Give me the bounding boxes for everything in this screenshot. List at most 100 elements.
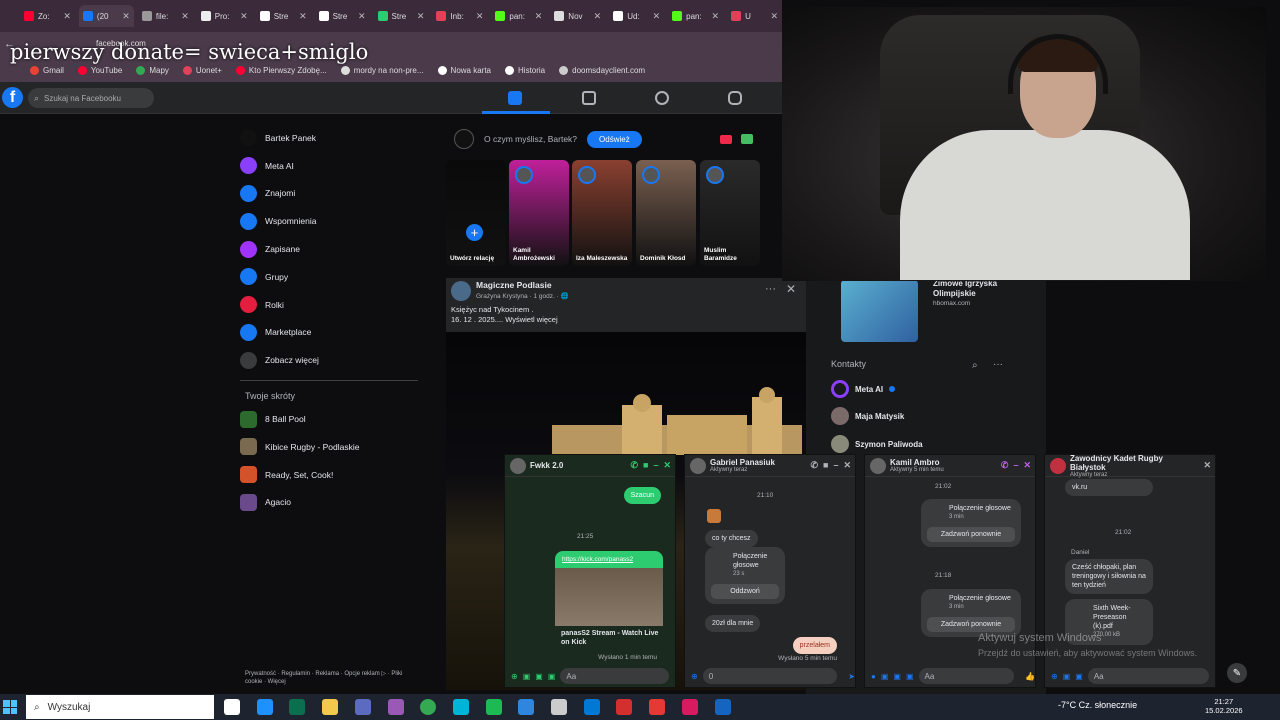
chat-title-block[interactable]: Zawodnicy Kadet Rugby Białystok Aktywny t… bbox=[1070, 454, 1199, 478]
photo-icon[interactable]: ▣ bbox=[881, 672, 889, 681]
call-again-button[interactable]: Zadzwoń ponownie bbox=[927, 617, 1015, 632]
clock-app-icon[interactable] bbox=[551, 699, 567, 715]
composer-input[interactable]: O czym myślisz, Bartek? bbox=[484, 134, 577, 144]
add-icon[interactable]: ⊕ bbox=[691, 672, 698, 681]
close-tab-icon[interactable]: ✕ bbox=[476, 11, 484, 22]
close-tab-icon[interactable]: ✕ bbox=[358, 11, 366, 22]
bookmark-item[interactable]: Uonet+ bbox=[182, 65, 222, 75]
lightning-icon[interactable] bbox=[649, 699, 666, 715]
task-view-icon[interactable] bbox=[224, 699, 240, 715]
video-call-icon[interactable]: ■ bbox=[643, 460, 648, 471]
browser-tab[interactable]: U ✕ bbox=[727, 5, 782, 27]
gif-icon[interactable]: ▣ bbox=[548, 672, 556, 681]
sidebar-item[interactable]: Znajomi bbox=[240, 180, 420, 208]
sidebar-item[interactable]: Bartek Panek bbox=[240, 124, 420, 152]
close-tab-icon[interactable]: ✕ bbox=[181, 11, 189, 22]
sticker-icon[interactable]: ▣ bbox=[535, 672, 543, 681]
add-icon[interactable]: ⊕ bbox=[1051, 672, 1058, 681]
sidebar-item[interactable]: Zapisane bbox=[240, 235, 420, 263]
pycharm-icon[interactable] bbox=[452, 699, 469, 715]
call-back-button[interactable]: Oddzwoń bbox=[711, 584, 779, 599]
post-composer[interactable]: O czym myślisz, Bartek? Odśwież bbox=[446, 124, 782, 154]
minimize-icon[interactable]: – bbox=[833, 460, 838, 471]
chat-window-fwkk[interactable]: Fwkk 2.0 ✆ ■ – ✕ Szacun 21:25 https://ki… bbox=[504, 454, 676, 688]
chat-title-block[interactable]: Gabriel Panasiuk Aktywny teraz bbox=[710, 458, 775, 473]
photo-icon[interactable]: ▣ bbox=[523, 672, 531, 681]
link-preview-title[interactable]: panasS2 Stream - Watch Live on Kick bbox=[561, 629, 661, 647]
microphone-icon[interactable]: ● bbox=[871, 672, 876, 681]
link-preview-image[interactable] bbox=[555, 568, 663, 626]
sheets-icon[interactable] bbox=[289, 699, 306, 715]
shortcut-item[interactable]: 8 Ball Pool bbox=[240, 405, 420, 433]
chrome-icon[interactable] bbox=[420, 699, 437, 715]
facebook-search-input[interactable]: ⌕ Szukaj na Facebooku bbox=[28, 88, 154, 108]
gaming-icon[interactable] bbox=[728, 91, 742, 105]
phone-icon[interactable]: ✆ bbox=[1001, 460, 1009, 471]
like-icon[interactable]: 👍 bbox=[1025, 672, 1035, 681]
close-tab-icon[interactable]: ✕ bbox=[63, 11, 71, 22]
message-input[interactable]: Aa bbox=[918, 668, 1015, 684]
close-icon[interactable]: ✕ bbox=[1023, 460, 1031, 471]
close-icon[interactable]: ✕ bbox=[1203, 460, 1211, 471]
minimize-icon[interactable]: – bbox=[653, 460, 658, 471]
chat-header[interactable]: Gabriel Panasiuk Aktywny teraz ✆ ■ – ✕ bbox=[685, 455, 855, 477]
sponsored-image[interactable] bbox=[841, 280, 918, 342]
story-card[interactable]: Iza Maleszewska bbox=[572, 160, 632, 266]
close-icon[interactable]: ✕ bbox=[663, 460, 671, 471]
bookmark-item[interactable]: Nowa karta bbox=[437, 65, 491, 75]
shortcut-item[interactable]: Agacio bbox=[240, 489, 420, 517]
sticker-icon[interactable]: ▣ bbox=[893, 672, 901, 681]
contact-item[interactable]: Meta AI bbox=[831, 380, 896, 398]
close-icon[interactable]: ✕ bbox=[786, 282, 796, 296]
close-tab-icon[interactable]: ✕ bbox=[712, 11, 720, 22]
send-icon[interactable]: ➤ bbox=[848, 672, 855, 681]
shortcut-item[interactable]: Ready, Set, Cook! bbox=[240, 461, 420, 489]
close-tab-icon[interactable]: ✕ bbox=[594, 11, 602, 22]
browser-tab[interactable]: Nov ✕ bbox=[550, 5, 605, 27]
contact-item[interactable]: Szymon Paliwoda bbox=[831, 435, 923, 453]
message-input[interactable]: Aa bbox=[1087, 668, 1209, 684]
app-icon[interactable] bbox=[681, 699, 698, 715]
vs-code-icon[interactable] bbox=[354, 699, 371, 715]
close-tab-icon[interactable]: ✕ bbox=[240, 11, 248, 22]
story-card[interactable]: Kamil Ambrożewski bbox=[509, 160, 569, 266]
browser-tab[interactable]: (20 ✕ bbox=[78, 5, 134, 27]
avatar[interactable] bbox=[454, 129, 474, 149]
bookmark-item[interactable]: YouTube bbox=[77, 65, 122, 75]
browser-tab[interactable]: Zo: ✕ bbox=[20, 5, 75, 27]
more-options-icon[interactable]: ··· bbox=[765, 283, 776, 295]
sidebar-item[interactable]: Zobacz więcej bbox=[240, 346, 420, 374]
video-call-icon[interactable]: ■ bbox=[823, 460, 828, 471]
footer-links[interactable]: Prywatność · Regulamin · Reklama · Opcje… bbox=[245, 670, 415, 686]
close-tab-icon[interactable]: ✕ bbox=[770, 11, 778, 22]
obs-icon[interactable] bbox=[616, 699, 633, 715]
new-message-icon[interactable]: ✎ bbox=[1227, 663, 1247, 683]
close-tab-icon[interactable]: ✕ bbox=[535, 11, 543, 22]
photo-icon[interactable]: ▣ bbox=[1063, 672, 1071, 681]
search-icon[interactable]: ⌕ bbox=[972, 360, 978, 371]
browser-tab[interactable]: pan: ✕ bbox=[491, 5, 546, 27]
edge-icon[interactable] bbox=[256, 699, 273, 715]
close-tab-icon[interactable]: ✕ bbox=[653, 11, 661, 22]
sidebar-item[interactable]: Marketplace bbox=[240, 319, 420, 347]
groups-nav-icon[interactable] bbox=[655, 91, 669, 105]
browser-tab[interactable]: Ud: ✕ bbox=[609, 5, 664, 27]
spotify-icon[interactable] bbox=[485, 699, 502, 715]
steam-icon[interactable] bbox=[714, 699, 731, 715]
browser-tab[interactable]: pan: ✕ bbox=[668, 5, 723, 27]
bookmark-item[interactable]: Kto Pierwszy Zdobę... bbox=[235, 65, 327, 75]
taskbar-search[interactable]: ⌕ Wyszukaj bbox=[26, 695, 214, 719]
home-icon[interactable] bbox=[508, 91, 522, 105]
sidebar-item[interactable]: Grupy bbox=[240, 263, 420, 291]
facebook-logo-icon[interactable]: f bbox=[2, 87, 23, 108]
weather-widget[interactable]: -7°C Cz. słonecznie bbox=[1058, 700, 1137, 710]
photo-icon[interactable] bbox=[740, 134, 753, 144]
clock[interactable]: 21:27 15.02.2026 bbox=[1205, 697, 1243, 715]
chat-header[interactable]: Fwkk 2.0 ✆ ■ – ✕ bbox=[505, 455, 675, 477]
chat-header[interactable]: Kamil Ambro Aktywny 5 min temu ✆ – ✕ bbox=[865, 455, 1035, 477]
contact-item[interactable]: Maja Matysik bbox=[831, 407, 904, 425]
chat-title-block[interactable]: Kamil Ambro Aktywny 5 min temu bbox=[890, 458, 944, 473]
photos-icon[interactable] bbox=[518, 699, 535, 715]
close-tab-icon[interactable]: ✕ bbox=[299, 11, 307, 22]
create-story-card[interactable]: + Utwórz relację bbox=[446, 160, 506, 266]
